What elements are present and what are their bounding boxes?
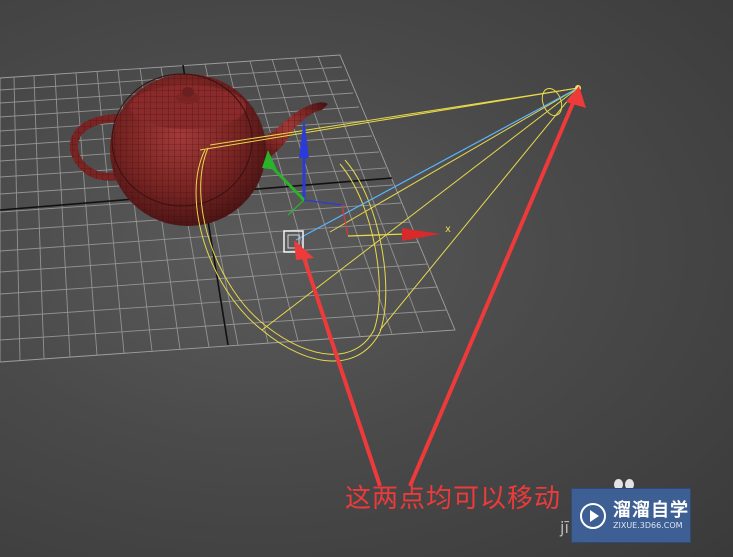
watermark-url: ZIXUE.3D66.COM [613, 520, 683, 530]
axis-x-label: x [445, 224, 451, 235]
watermark-partial-text: jī [560, 518, 569, 537]
annotation-arrows [294, 86, 586, 487]
annotation-text: 这两点均可以移动 [345, 484, 562, 514]
watermark-title: 溜溜自学 [613, 499, 689, 521]
transform-gizmo[interactable]: x [262, 118, 451, 241]
3d-viewport[interactable]: x [0, 0, 733, 557]
watermark-badge: 溜溜自学 ZIXUE.3D66.COM [571, 488, 691, 543]
play-logo-icon [580, 502, 606, 529]
